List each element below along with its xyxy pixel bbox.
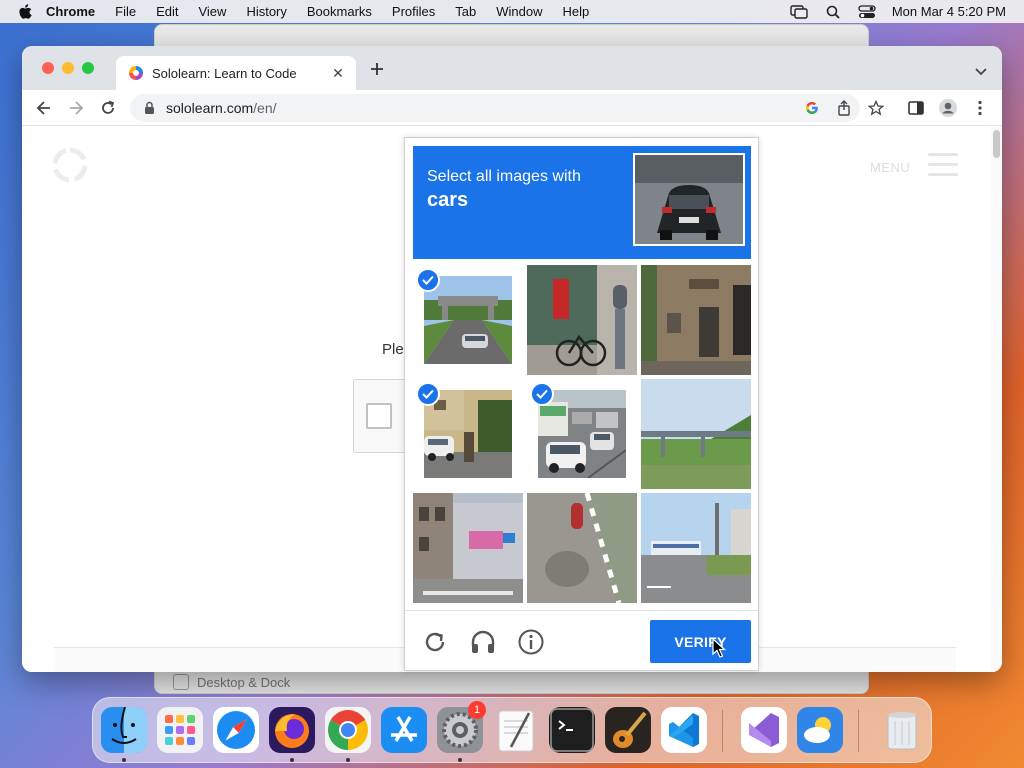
verify-button[interactable]: VERIFY bbox=[650, 620, 751, 663]
firefox-running-dot bbox=[290, 758, 294, 762]
tab-sololearn[interactable]: Sololearn: Learn to Code ✕ bbox=[116, 56, 356, 90]
dock-separator bbox=[722, 710, 723, 752]
captcha-tile-8[interactable] bbox=[527, 493, 637, 603]
close-window-button[interactable] bbox=[42, 62, 54, 74]
finder-icon[interactable] bbox=[101, 707, 147, 753]
browser-toolbar: sololearn.com/en/ bbox=[22, 90, 1002, 126]
firefox-icon[interactable] bbox=[269, 707, 315, 753]
recaptcha-challenge: Select all images with cars VERIFY bbox=[404, 137, 759, 671]
captcha-tile-6[interactable] bbox=[641, 379, 751, 489]
garageband-icon[interactable] bbox=[605, 707, 651, 753]
back-arrow-icon[interactable] bbox=[34, 98, 54, 118]
page-partial-text: Ple bbox=[382, 341, 404, 358]
background-window-label: Desktop & Dock bbox=[197, 674, 291, 690]
apple-icon[interactable] bbox=[18, 3, 34, 20]
sololearn-logo-icon bbox=[52, 147, 88, 183]
menu-profiles[interactable]: Profiles bbox=[392, 4, 435, 19]
trash-icon[interactable] bbox=[879, 707, 925, 753]
launchpad-icon[interactable] bbox=[157, 707, 203, 753]
reload-challenge-icon[interactable] bbox=[422, 629, 448, 655]
textedit-icon[interactable] bbox=[493, 707, 539, 753]
spotlight-search-icon[interactable] bbox=[824, 4, 842, 20]
dock-separator-2 bbox=[858, 710, 859, 752]
captcha-sample-image bbox=[633, 153, 745, 246]
chrome-running-dot bbox=[346, 758, 350, 762]
forward-arrow-icon[interactable] bbox=[66, 98, 86, 118]
audio-challenge-icon[interactable] bbox=[470, 629, 496, 655]
scrollbar-thumb[interactable] bbox=[993, 130, 1000, 158]
finder-running-dot bbox=[122, 758, 126, 762]
tab-search-chevron-icon[interactable] bbox=[974, 64, 988, 76]
reload-icon[interactable] bbox=[98, 98, 118, 118]
captcha-header: Select all images with cars bbox=[413, 146, 751, 259]
system-settings-badge: 1 bbox=[468, 701, 486, 719]
profile-avatar-icon[interactable] bbox=[938, 98, 958, 118]
minimize-window-button[interactable] bbox=[62, 62, 74, 74]
tile-check-icon bbox=[416, 268, 440, 292]
side-panel-icon[interactable] bbox=[906, 98, 926, 118]
menu-window[interactable]: Window bbox=[496, 4, 542, 19]
vscode-icon[interactable] bbox=[661, 707, 707, 753]
lock-icon[interactable] bbox=[144, 101, 156, 115]
bookmark-star-icon[interactable] bbox=[866, 98, 886, 118]
chrome-icon[interactable] bbox=[325, 707, 371, 753]
menu-edit[interactable]: Edit bbox=[156, 4, 178, 19]
tab-close-icon[interactable]: ✕ bbox=[330, 65, 346, 81]
tab-strip: Sololearn: Learn to Code ✕ bbox=[22, 46, 1002, 90]
tile-check-icon bbox=[416, 382, 440, 406]
weather-icon[interactable] bbox=[797, 707, 843, 753]
url-host: sololearn.com bbox=[166, 100, 254, 116]
system-settings-running-dot bbox=[458, 758, 462, 762]
app-store-icon[interactable] bbox=[381, 707, 427, 753]
google-lens-icon[interactable] bbox=[802, 98, 822, 118]
fullscreen-window-button[interactable] bbox=[82, 62, 94, 74]
menu-clock[interactable]: Mon Mar 4 5:20 PM bbox=[892, 4, 1006, 19]
terminal-icon[interactable] bbox=[549, 707, 595, 753]
screen-mirroring-icon[interactable] bbox=[790, 4, 808, 20]
info-help-icon[interactable] bbox=[518, 629, 544, 655]
menu-history[interactable]: History bbox=[246, 4, 286, 19]
mouse-cursor-icon bbox=[712, 638, 726, 658]
menu-bar: Chrome File Edit View History Bookmarks … bbox=[0, 0, 1024, 23]
new-tab-icon[interactable] bbox=[368, 60, 386, 78]
captcha-tile-2[interactable] bbox=[527, 265, 637, 375]
share-icon[interactable] bbox=[834, 98, 854, 118]
safari-icon[interactable] bbox=[213, 707, 259, 753]
menu-app-name[interactable]: Chrome bbox=[46, 4, 95, 19]
sololearn-favicon-icon bbox=[128, 65, 144, 81]
recaptcha-checkbox[interactable] bbox=[366, 403, 392, 429]
control-center-icon[interactable] bbox=[858, 4, 876, 20]
menu-tab[interactable]: Tab bbox=[455, 4, 476, 19]
captcha-tile-5[interactable] bbox=[527, 379, 637, 489]
menu-bookmarks[interactable]: Bookmarks bbox=[307, 4, 372, 19]
url-path: /en/ bbox=[253, 100, 277, 116]
menu-file[interactable]: File bbox=[115, 4, 136, 19]
captcha-tile-1[interactable] bbox=[413, 265, 523, 375]
menu-view[interactable]: View bbox=[198, 4, 226, 19]
captcha-instruction: Select all images with bbox=[427, 168, 581, 185]
captcha-tile-9[interactable] bbox=[641, 493, 751, 603]
page-menu-label: MENU bbox=[870, 160, 911, 175]
visual-studio-icon[interactable] bbox=[741, 707, 787, 753]
tile-check-icon bbox=[530, 382, 554, 406]
dock bbox=[92, 697, 932, 763]
menu-help[interactable]: Help bbox=[563, 4, 590, 19]
captcha-footer: VERIFY bbox=[405, 610, 758, 671]
background-window-bottom: Desktop & Dock bbox=[154, 670, 869, 694]
captcha-tile-4[interactable] bbox=[413, 379, 523, 489]
page-scrollbar[interactable] bbox=[991, 127, 1002, 672]
captcha-image-grid bbox=[413, 265, 751, 603]
captcha-tile-7[interactable] bbox=[413, 493, 523, 603]
hamburger-menu-icon[interactable] bbox=[928, 153, 958, 177]
chrome-menu-icon[interactable] bbox=[970, 98, 990, 118]
captcha-tile-3[interactable] bbox=[641, 265, 751, 375]
desktop-dock-icon bbox=[173, 674, 189, 690]
captcha-target: cars bbox=[427, 189, 469, 211]
tab-title: Sololearn: Learn to Code bbox=[152, 65, 297, 81]
address-bar[interactable]: sololearn.com/en/ bbox=[130, 94, 860, 122]
